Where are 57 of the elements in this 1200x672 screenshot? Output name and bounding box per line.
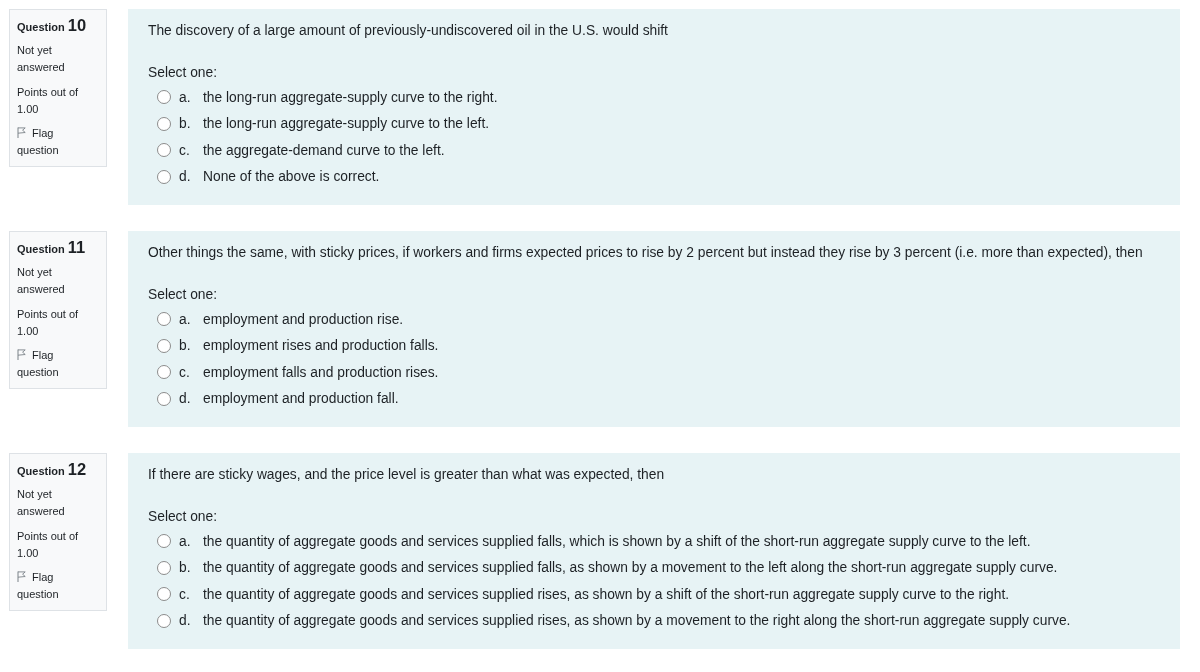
option-letter: a.	[179, 89, 192, 105]
radio-button[interactable]	[157, 391, 171, 406]
radio-button[interactable]	[157, 338, 171, 353]
question-label: Question	[17, 243, 65, 255]
option-label[interactable]: the quantity of aggregate goods and services supplied rises, as shown by a shift of the short-run aggregate supply curve to the right.	[203, 586, 1010, 602]
option-letter: c.	[179, 364, 191, 380]
question-label: Question	[17, 465, 65, 477]
option-letter: d.	[179, 169, 192, 185]
points-text: Points out of 1.00	[17, 307, 80, 339]
flag-question-link[interactable]: Flag question	[17, 569, 89, 603]
radio-button[interactable]	[157, 587, 171, 602]
option-letter: d.	[179, 391, 192, 407]
option-label[interactable]: employment and production fall.	[203, 391, 399, 407]
question-text: If there are sticky wages, and the price level is greater than what was expected, then	[148, 466, 666, 484]
option-letter: c.	[179, 586, 191, 602]
answer-status: Not yet answered	[17, 487, 66, 519]
question-text: The discovery of a large amount of previously-undiscovered oil in the U.S. would shift	[148, 22, 669, 40]
radio-button[interactable]	[157, 90, 171, 105]
question-number: 10	[67, 16, 87, 34]
answer-status: Not yet answered	[17, 43, 66, 75]
answer-status: Not yet answered	[17, 265, 66, 297]
flag-question-link[interactable]: Flag question	[17, 125, 89, 159]
option-letter: b.	[179, 116, 192, 132]
radio-button[interactable]	[157, 560, 171, 575]
question-number: 12	[67, 460, 87, 478]
option-letter: a.	[179, 533, 192, 549]
question-text: Other things the same, with sticky prices, if workers and firms expected prices to rise by 2 percent but instead they rise by 3 percent (i.e. more than expected), then	[148, 244, 1144, 262]
option-label[interactable]: the quantity of aggregate goods and services supplied falls, as shown by a movement to the left along the short-run aggregate supply curve.	[203, 560, 1058, 576]
points-text: Points out of 1.00	[17, 529, 80, 561]
option-letter: a.	[179, 311, 192, 327]
option-label[interactable]: None of the above is correct.	[203, 169, 380, 185]
select-one-prompt: Select one:	[148, 64, 218, 82]
option-label[interactable]: the quantity of aggregate goods and services supplied rises, as shown by a movement to the right along the short-run aggregate supply curve.	[203, 613, 1071, 629]
option-label[interactable]: the quantity of aggregate goods and services supplied falls, which is shown by a shift of the short-run aggregate supply curve to the left.	[203, 533, 1031, 549]
question-number: 11	[67, 238, 86, 256]
option-label[interactable]: employment falls and production rises.	[203, 364, 439, 380]
option-label[interactable]: employment and production rise.	[203, 311, 404, 327]
option-label[interactable]: the long-run aggregate-supply curve to the left.	[203, 116, 490, 132]
option-letter: d.	[179, 613, 192, 629]
radio-button[interactable]	[157, 312, 171, 327]
option-label[interactable]: employment rises and production falls.	[203, 338, 439, 354]
radio-button[interactable]	[157, 365, 171, 380]
radio-button[interactable]	[157, 613, 171, 628]
flag-question-link[interactable]: Flag question	[17, 347, 89, 381]
radio-button[interactable]	[157, 169, 171, 184]
option-label[interactable]: the aggregate-demand curve to the left.	[203, 142, 445, 158]
radio-button[interactable]	[157, 534, 171, 549]
option-letter: b.	[179, 560, 192, 576]
option-letter: b.	[179, 338, 192, 354]
radio-button[interactable]	[157, 116, 171, 131]
option-label[interactable]: the long-run aggregate-supply curve to the right.	[203, 89, 498, 105]
question-label: Question	[17, 21, 65, 33]
option-letter: c.	[179, 142, 191, 158]
radio-button[interactable]	[157, 143, 171, 158]
select-one-prompt: Select one:	[148, 508, 218, 526]
points-text: Points out of 1.00	[17, 85, 80, 117]
select-one-prompt: Select one:	[148, 286, 218, 304]
